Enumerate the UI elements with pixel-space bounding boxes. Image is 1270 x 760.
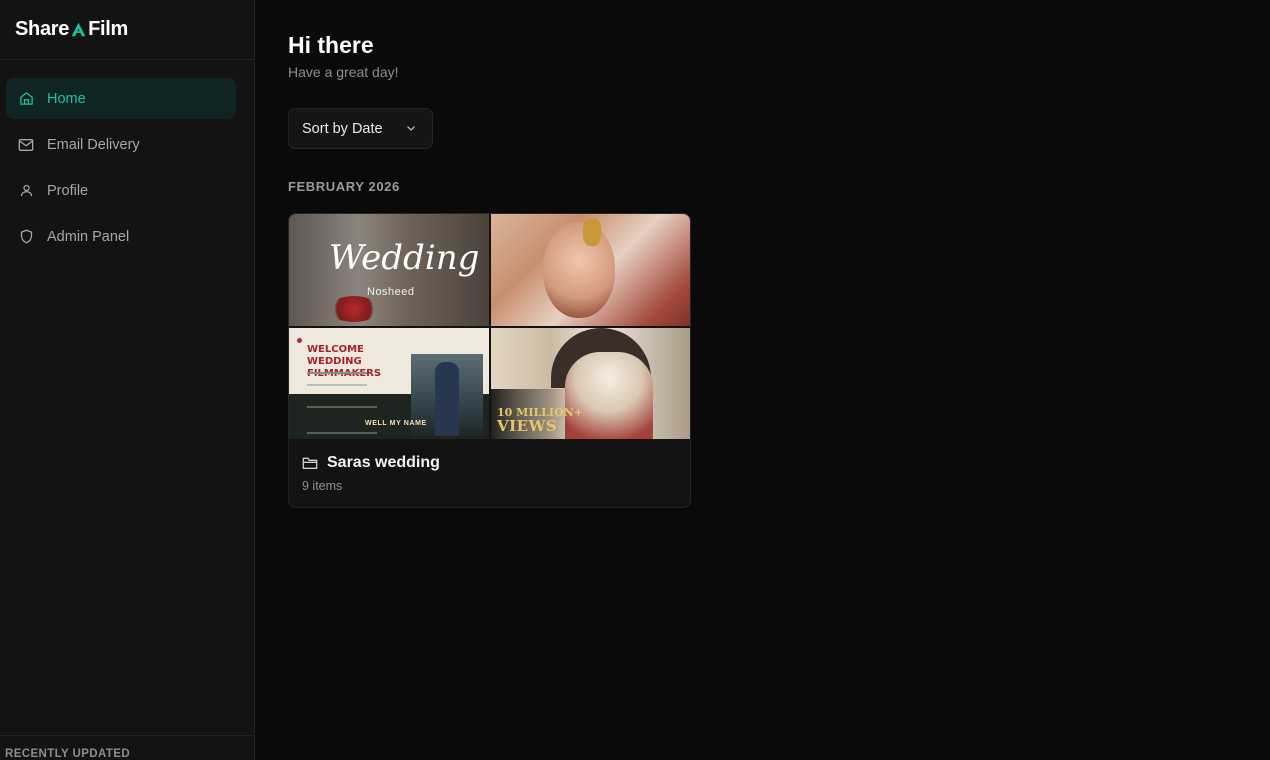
brand-name-right: Film [88,18,129,40]
sidebar-nav: Home Email Delivery Profile Admin Panel [0,60,254,257]
thumbnail-title-text: Wedding [329,238,480,278]
sidebar-item-label: Email Delivery [47,136,140,153]
jewelry-graphic [583,218,601,246]
brand-header: Share Film [0,0,254,60]
bouquet-graphic [329,296,379,322]
folder-thumbnail: 10 MILLION+ VIEWS [491,328,690,439]
mail-icon [18,137,34,153]
folder-title: Saras wedding [302,454,440,472]
sidebar-item-label: Home [47,90,86,107]
shield-icon [18,229,34,245]
sidebar-item-admin-panel[interactable]: Admin Panel [6,216,236,257]
sidebar: Share Film Home Email Delivery Profile A… [0,0,255,760]
recently-updated-header: RECENTLY UPDATED [0,735,254,760]
folder-meta: Saras wedding 9 items [302,454,440,493]
user-icon [18,183,34,199]
brand-name-left: Share [15,18,70,40]
folder-icon [302,455,318,471]
folder-item-count: 9 items [302,479,343,493]
chevron-down-icon [407,126,415,131]
sidebar-item-email-delivery[interactable]: Email Delivery [6,124,236,165]
slide-text-lines [307,372,367,386]
brand-logo[interactable]: Share Film [15,18,128,41]
folder-thumbnail-grid: Wedding Nosheed WELCOME WEDDING FILMMAKE… [289,214,690,439]
sidebar-item-label: Profile [47,182,89,199]
triangle-a-logo-icon [71,22,86,37]
bride-portrait-graphic [543,222,615,318]
sort-dropdown-label: Sort by Date [302,120,383,137]
sidebar-item-home[interactable]: Home [6,78,236,119]
page-title: Hi there [288,32,374,58]
slide-marker-dot [297,338,302,343]
home-icon [18,91,34,107]
folder-card[interactable]: Wedding Nosheed WELCOME WEDDING FILMMAKE… [288,213,691,508]
folder-thumbnail: WELCOME WEDDING FILMMAKERS WELL MY NAME [289,328,489,439]
thumbnail-slide-badge: WELL MY NAME [365,420,427,427]
thumbnail-subtitle-text: Nosheed [367,286,415,298]
folder-thumbnail [491,214,690,326]
sort-dropdown[interactable]: Sort by Date [288,108,433,149]
folder-thumbnail: Wedding Nosheed [289,214,489,326]
thumbnail-views-bottom: VIEWS [497,417,558,435]
sidebar-item-label: Admin Panel [47,228,130,245]
couple-graphic [565,352,653,439]
folder-name: Saras wedding [327,454,440,471]
presenter-figure [435,362,459,436]
page-subtitle: Have a great day! [288,64,399,80]
month-group-header: FEBRUARY 2026 [288,179,400,194]
sidebar-item-profile[interactable]: Profile [6,170,236,211]
